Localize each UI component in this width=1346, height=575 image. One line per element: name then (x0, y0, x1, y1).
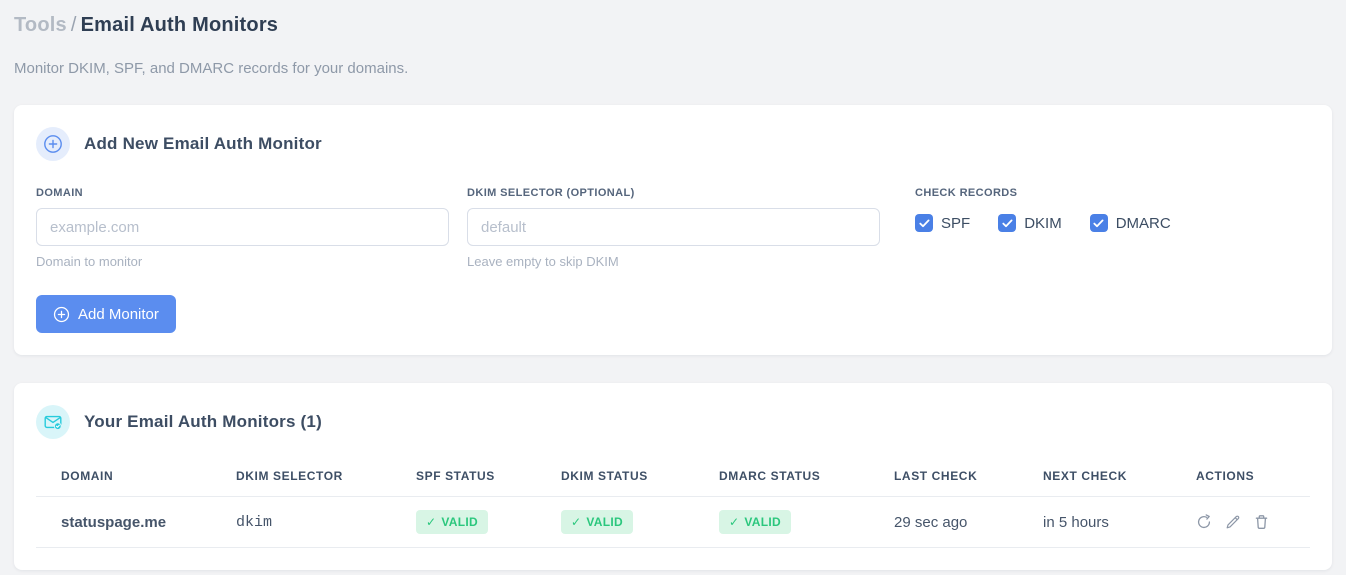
table-header-row: DOMAIN DKIM SELECTOR SPF STATUS DKIM STA… (36, 461, 1310, 497)
breadcrumb-tools-link[interactable]: Tools (14, 14, 67, 36)
refresh-icon (1197, 514, 1211, 529)
refresh-button[interactable] (1196, 514, 1212, 530)
column-header-dkim-status: DKIM STATUS (536, 461, 694, 497)
check-icon: ✓ (571, 515, 582, 529)
add-monitor-form: DOMAIN Domain to monitor DKIM SELECTOR (… (36, 187, 1310, 269)
spf-checkbox-item[interactable]: SPF (915, 214, 970, 232)
spf-checkbox-label: SPF (941, 214, 971, 232)
dmarc-checkbox-label: DMARC (1115, 214, 1171, 232)
dkim-selector-field-label: DKIM SELECTOR (OPTIONAL) (467, 187, 635, 199)
dmarc-checkbox-item[interactable]: DMARC (1089, 214, 1171, 232)
dkim-status-label: VALID (586, 515, 623, 529)
dkim-status-badge: ✓ VALID (561, 510, 633, 534)
column-header-next-check: NEXT CHECK (1018, 461, 1171, 497)
dkim-selector-field-helper: Leave empty to skip DKIM (467, 254, 619, 269)
spf-checkbox[interactable] (915, 214, 933, 232)
monitors-list-card: Your Email Auth Monitors (1) DOMAIN DKIM… (14, 383, 1332, 570)
column-header-dkim-selector: DKIM SELECTOR (211, 461, 391, 497)
check-records-options: SPF DKIM DMARC (915, 214, 1310, 232)
column-header-domain: DOMAIN (36, 461, 211, 497)
delete-button[interactable] (1254, 514, 1269, 530)
check-icon: ✓ (426, 515, 437, 529)
dkim-checkbox[interactable] (998, 214, 1017, 232)
domain-input[interactable] (36, 208, 449, 246)
edit-button[interactable] (1225, 514, 1241, 530)
spf-status-label: VALID (441, 515, 478, 529)
breadcrumb: Tools / Email Auth Monitors (14, 12, 1332, 38)
check-icon (1002, 219, 1013, 227)
dkim-selector-field-group: DKIM SELECTOR (OPTIONAL) Leave empty to … (467, 187, 880, 269)
check-records-label: CHECK RECORDS (915, 187, 1018, 199)
column-header-last-check: LAST CHECK (869, 461, 1018, 497)
domain-field-label: DOMAIN (36, 187, 84, 199)
monitor-next-check: in 5 hours (1018, 496, 1171, 548)
monitors-list-card-title: Your Email Auth Monitors (1) (84, 412, 322, 431)
check-icon: ✓ (729, 515, 740, 529)
email-auth-monitors-page: Tools / Email Auth Monitors Monitor DKIM, … (0, 0, 1346, 570)
add-monitor-card-title: Add New Email Auth Monitor (84, 134, 322, 153)
breadcrumb-separator: / (70, 14, 77, 36)
email-check-icon (36, 405, 70, 439)
dmarc-status-label: VALID (744, 515, 781, 529)
monitor-domain: statuspage.me (36, 496, 211, 548)
monitor-last-check: 29 sec ago (869, 496, 1018, 548)
monitor-dkim-selector: dkim (211, 496, 391, 548)
dkim-checkbox-item[interactable]: DKIM (998, 214, 1062, 232)
monitors-table: DOMAIN DKIM SELECTOR SPF STATUS DKIM STA… (36, 461, 1310, 548)
plus-circle-icon (53, 306, 70, 322)
table-row: statuspage.me dkim ✓ VALID ✓ VALID ✓ VALID … (36, 496, 1310, 548)
monitors-list-card-header: Your Email Auth Monitors (1) (36, 405, 1310, 439)
plus-circle-icon (36, 127, 70, 161)
dmarc-status-badge: ✓ VALID (719, 510, 791, 534)
page-subtitle: Monitor DKIM, SPF, and DMARC records for… (14, 60, 409, 77)
add-monitor-card: Add New Email Auth Monitor DOMAIN Domain… (14, 105, 1332, 355)
add-monitor-card-header: Add New Email Auth Monitor (36, 127, 1310, 161)
add-monitor-button-label: Add Monitor (78, 305, 159, 323)
dmarc-checkbox[interactable] (1089, 214, 1108, 232)
column-header-dmarc-status: DMARC STATUS (694, 461, 869, 497)
dkim-selector-input[interactable] (467, 208, 880, 246)
column-header-actions: ACTIONS (1171, 461, 1310, 497)
dkim-checkbox-label: DKIM (1024, 214, 1062, 232)
row-actions (1196, 514, 1310, 530)
domain-field-group: DOMAIN Domain to monitor (36, 187, 449, 269)
trash-icon (1255, 515, 1268, 529)
pencil-icon (1226, 515, 1240, 529)
page-title: Email Auth Monitors (80, 14, 279, 36)
spf-status-badge: ✓ VALID (416, 510, 488, 534)
domain-field-helper: Domain to monitor (36, 254, 143, 269)
column-header-spf-status: SPF STATUS (391, 461, 536, 497)
add-monitor-button[interactable]: Add Monitor (36, 295, 176, 333)
check-records-group: CHECK RECORDS SPF DKIM DMARC (898, 187, 1310, 232)
check-icon (918, 219, 929, 227)
check-icon (1093, 219, 1104, 227)
